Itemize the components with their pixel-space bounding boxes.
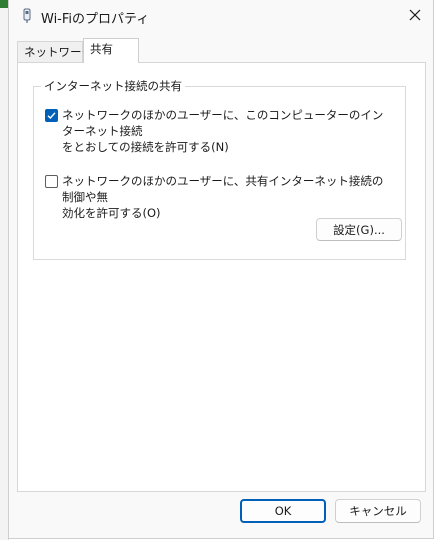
allow-connection-checkbox-row[interactable]: ネットワークのほかのユーザーに、このコンピューターのインターネット接続 をとおし… <box>45 107 390 155</box>
close-button[interactable] <box>397 0 433 32</box>
allow-control-label-line2: 効化を許可する(O) <box>62 206 161 220</box>
settings-button[interactable]: 設定(G)... <box>316 218 402 241</box>
wifi-adapter-icon <box>20 8 34 24</box>
title-bar[interactable]: Wi-Fiのプロパティ <box>9 0 433 32</box>
allow-control-label: ネットワークのほかのユーザーに、共有インターネット接続の制御や無 効化を許可する… <box>62 173 390 221</box>
group-title: インターネット接続の共有 <box>41 78 185 94</box>
allow-connection-label: ネットワークのほかのユーザーに、このコンピューターのインターネット接続 をとおし… <box>62 107 390 155</box>
allow-connection-label-line2: をとおしての接続を許可する(N) <box>62 140 229 154</box>
allow-connection-checkbox[interactable] <box>45 109 58 122</box>
window-title: Wi-Fiのプロパティ <box>41 12 150 27</box>
allow-control-checkbox-row[interactable]: ネットワークのほかのユーザーに、共有インターネット接続の制御や無 効化を許可する… <box>45 173 390 221</box>
sharing-tab-panel: インターネット接続の共有 ネットワークのほかのユーザーに、このコンピューターのイ… <box>17 62 426 492</box>
tab-sharing[interactable]: 共有 <box>83 38 139 63</box>
ok-button[interactable]: OK <box>240 499 326 523</box>
tab-strip: ネットワーク 共有 <box>17 38 426 63</box>
desktop-app-fragment <box>0 0 8 8</box>
allow-connection-label-line1: ネットワークのほかのユーザーに、このコンピューターのインターネット接続 <box>62 108 384 138</box>
wifi-properties-dialog: Wi-Fiのプロパティ ネットワーク 共有 インターネット接続の共有 ネットワー… <box>8 0 434 539</box>
cancel-button[interactable]: キャンセル <box>335 499 421 523</box>
allow-control-label-line1: ネットワークのほかのユーザーに、共有インターネット接続の制御や無 <box>62 174 384 204</box>
checkmark-icon <box>47 112 56 119</box>
allow-control-checkbox[interactable] <box>45 175 58 188</box>
tab-network[interactable]: ネットワーク <box>17 41 93 62</box>
close-icon <box>409 9 421 24</box>
